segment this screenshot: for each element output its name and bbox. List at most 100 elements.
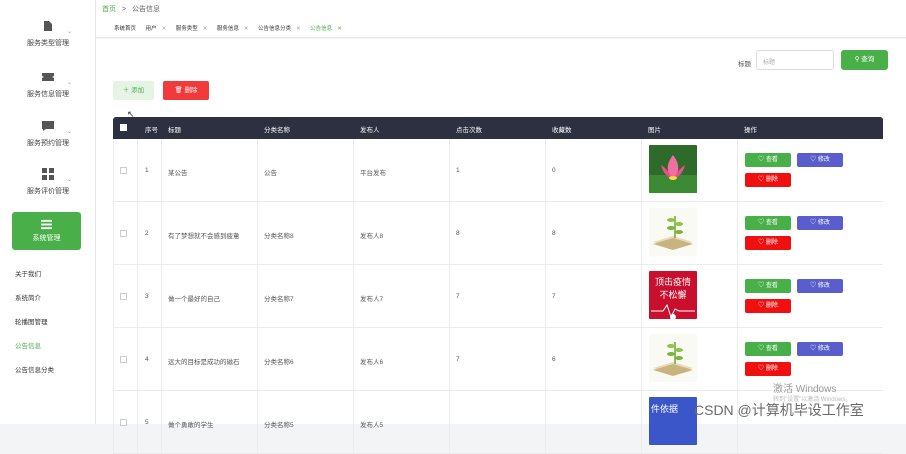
edit-button[interactable]: ♡ 修改: [797, 153, 843, 167]
cell-no: 1: [145, 167, 149, 174]
tab-bar: 系统首页 用户 ✕ 服务类型 ✕ 服务信息 ✕ 公告信息分类 ✕ 公告信息 ✕: [114, 24, 350, 32]
sidebar-group-service-type[interactable]: 服务类型管理 ⌄: [0, 20, 96, 48]
row-checkbox[interactable]: [120, 167, 127, 176]
delete-button-label: 删除: [184, 87, 198, 94]
breadcrumb: 首页 > 公告信息: [102, 4, 160, 14]
view-button-label: 查看: [765, 346, 778, 352]
sidebar-group-service-info[interactable]: 服务信息管理 ⌄: [0, 71, 96, 99]
row-checkbox[interactable]: [120, 230, 127, 239]
service-info-icon: [42, 73, 54, 81]
cell-clicks: 7: [456, 293, 460, 300]
remove-button-label: 删除: [765, 240, 778, 246]
view-button[interactable]: ♡ 查看: [745, 342, 791, 356]
table-row: 4 远大的目标是成功的磁石 分类名称6 发布人6 7 6 ♡ 查看 ♡ 修改 ♡…: [113, 328, 883, 391]
heart-icon: ♡: [810, 220, 817, 226]
sidebar-group-label: 服务类型管理: [27, 40, 69, 47]
column-header: 分类名称: [264, 127, 290, 134]
row-checkbox[interactable]: [120, 293, 127, 302]
sidebar-group-review[interactable]: 服务评价管理 ⌄: [0, 168, 96, 196]
cell-publisher: 发布人5: [360, 422, 384, 429]
cell-favorites: 0: [552, 167, 556, 174]
sidebar-item-about[interactable]: 关于我们: [15, 268, 41, 278]
chevron-down-icon: ⌄: [66, 177, 72, 183]
tab-notice-category[interactable]: 公告信息分类 ✕: [258, 26, 305, 32]
table-row: 3 做一个最好的自己 分类名称7 发布人7 7 7 顶击疫情 不松懈 ♡ 查看 …: [113, 265, 883, 328]
close-icon[interactable]: ✕: [162, 26, 167, 32]
edit-button-label: 修改: [817, 346, 830, 352]
tab-users[interactable]: 用户 ✕: [146, 26, 171, 32]
column-header: 点击次数: [456, 127, 482, 134]
cell-no: 2: [145, 230, 149, 237]
view-button-label: 查看: [765, 283, 778, 289]
view-button-label: 查看: [765, 157, 778, 163]
tab-notice[interactable]: 公告信息 ✕: [310, 26, 346, 32]
grid-icon: [42, 168, 54, 180]
heart-icon: ♡: [758, 157, 765, 163]
cell-title: 做个勇敢的学生: [168, 422, 214, 429]
cell-no: 3: [145, 293, 149, 300]
cell-title: 做一个最好的自己: [168, 296, 220, 303]
remove-button[interactable]: ♡ 删除: [745, 173, 791, 187]
search-icon: ⚲: [854, 56, 860, 63]
cell-title: 某公告: [168, 170, 188, 177]
poster-text: 件依据: [651, 404, 679, 414]
close-icon[interactable]: ✕: [296, 26, 301, 32]
view-button[interactable]: ♡ 查看: [745, 279, 791, 293]
sidebar-item-carousel[interactable]: 轮播图管理: [15, 316, 48, 326]
top-bar: 首页 > 公告信息 系统首页 用户 ✕ 服务类型 ✕ 服务信息 ✕ 公告信息分类 ✕ 公…: [96, 0, 906, 38]
heart-icon: ♡: [758, 303, 765, 309]
add-button[interactable]: ＋ 添加: [113, 81, 154, 100]
sidebar-group-booking[interactable]: 服务预约管理 ⌄: [0, 120, 96, 148]
tab-home[interactable]: 系统首页: [114, 26, 140, 32]
close-icon[interactable]: ✕: [244, 26, 249, 32]
cell-clicks: 8: [456, 230, 460, 237]
tab-label: 用户: [145, 26, 157, 32]
edit-button[interactable]: ♡ 修改: [797, 342, 843, 356]
heart-icon: ♡: [810, 283, 817, 289]
column-header: 序号: [145, 127, 158, 134]
lotus-image: [649, 145, 697, 193]
search-button-label: 查询: [861, 56, 875, 63]
heart-icon: ♡: [758, 366, 765, 372]
search-button[interactable]: ⚲ 查询: [841, 50, 888, 70]
remove-button[interactable]: ♡ 删除: [745, 362, 791, 376]
add-button-label: 添加: [131, 87, 145, 94]
view-button[interactable]: ♡ 查看: [745, 153, 791, 167]
cell-title: 远大的目标是成功的磁石: [168, 359, 240, 366]
table-row: 1 某公告 公告 平台发布 1 0 ♡ 查看 ♡ 修改 ♡ 删除: [113, 139, 883, 202]
edit-button[interactable]: ♡ 修改: [797, 216, 843, 230]
tab-label: 公告信息: [310, 26, 333, 32]
tab-service-type[interactable]: 服务类型 ✕: [176, 26, 212, 32]
cell-category: 公告: [264, 170, 277, 177]
chevron-down-icon: ⌄: [66, 29, 72, 35]
poster-text: 不松懈: [659, 291, 687, 301]
sidebar-item-intro[interactable]: 系统简介: [15, 292, 41, 302]
cell-publisher: 发布人6: [360, 359, 384, 366]
sidebar-item-notice[interactable]: 公告信息: [15, 340, 41, 350]
remove-button-label: 删除: [765, 366, 778, 372]
sidebar: 服务类型管理 ⌄ 服务信息管理 ⌄ 服务预约管理 ⌄ 服务评价管理 ⌄ 系统管理…: [0, 0, 96, 424]
sidebar-group-system[interactable]: 系统管理: [12, 212, 81, 250]
row-checkbox[interactable]: [120, 356, 127, 365]
sidebar-item-notice-category[interactable]: 公告信息分类: [15, 364, 54, 374]
batch-delete-button[interactable]: 🗑 删除: [163, 81, 209, 100]
remove-button-label: 删除: [765, 177, 778, 183]
tab-service-info[interactable]: 服务信息 ✕: [217, 26, 253, 32]
breadcrumb-home[interactable]: 首页: [102, 6, 116, 13]
edit-button[interactable]: ♡ 修改: [797, 279, 843, 293]
sprout-book-image: [649, 334, 697, 382]
view-button[interactable]: ♡ 查看: [745, 216, 791, 230]
remove-button[interactable]: ♡ 删除: [745, 299, 791, 313]
heart-icon: ♡: [758, 283, 765, 289]
list-icon: [41, 219, 52, 230]
cell-title: 有了梦想就不会感到疲惫: [168, 233, 240, 240]
close-icon[interactable]: ✕: [203, 26, 208, 32]
remove-button[interactable]: ♡ 删除: [745, 236, 791, 250]
breadcrumb-current: 公告信息: [132, 6, 160, 13]
cell-no: 4: [145, 356, 149, 363]
select-all-checkbox[interactable]: [120, 124, 127, 133]
sidebar-group-label: 服务信息管理: [27, 91, 69, 98]
cell-favorites: 8: [552, 230, 556, 237]
search-input[interactable]: 标题: [756, 50, 834, 70]
close-icon[interactable]: ✕: [337, 26, 342, 32]
